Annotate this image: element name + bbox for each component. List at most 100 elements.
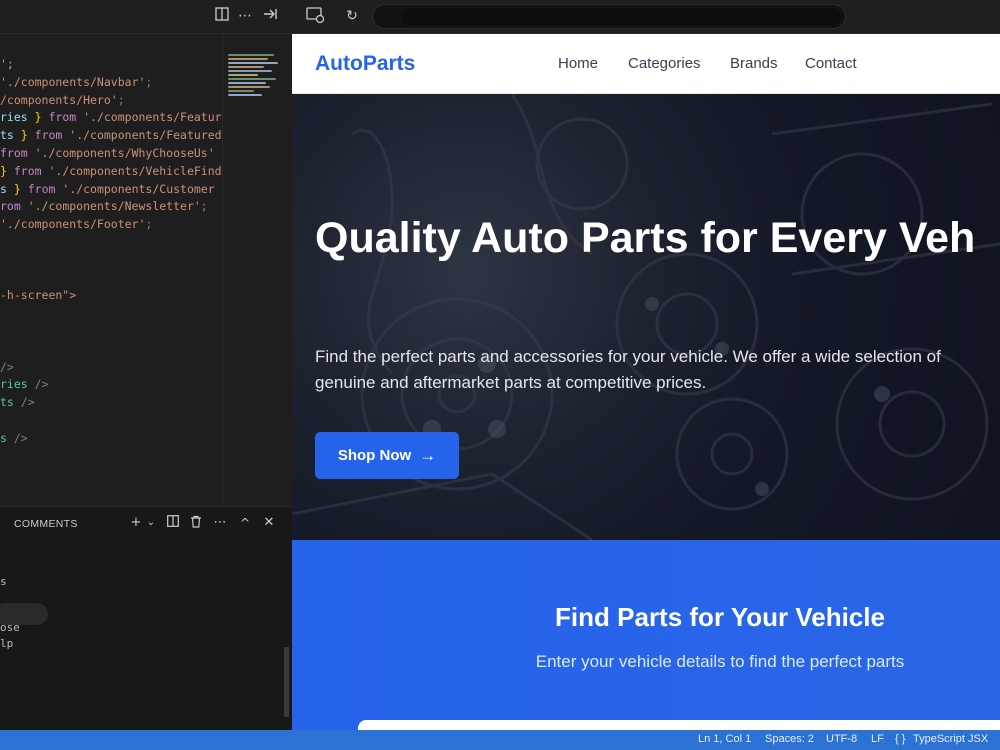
more-icon[interactable]: ⋯ — [212, 515, 228, 531]
code-token: './components/Featured — [62, 128, 222, 143]
code-line[interactable]: } from './components/VehicleFind — [0, 163, 222, 181]
code-token: /> — [27, 377, 49, 392]
code-token: } — [0, 163, 14, 178]
code-token: /> — [0, 359, 14, 374]
code-line[interactable]: from './components/WhyChooseUs' — [0, 145, 222, 163]
code-line[interactable]: './components/Footer'; — [0, 216, 222, 234]
minimap[interactable] — [228, 54, 280, 104]
code-token: /> — [6, 430, 28, 445]
minimap-line — [228, 90, 254, 92]
code-token: './components/Customer — [55, 181, 215, 196]
cursor-position[interactable]: Ln 1, Col 1 — [698, 733, 751, 745]
code-token: './components/Footer' — [0, 217, 146, 232]
code-line[interactable]: './components/Navbar'; — [0, 74, 222, 92]
code-line[interactable]: ries /> — [0, 376, 222, 394]
panel-line: s — [0, 575, 7, 588]
panel-title[interactable]: COMMENTS — [14, 518, 78, 530]
open-changes-icon[interactable] — [260, 7, 280, 25]
shop-now-label: Shop Now — [337, 447, 412, 464]
code-line[interactable] — [0, 305, 222, 323]
split-panel-icon[interactable] — [165, 515, 181, 531]
status-bar: Ln 1, Col 1 Spaces: 2 UTF-8 LF { } TypeS… — [0, 730, 1000, 750]
minimap-line — [228, 58, 268, 60]
language-mode[interactable]: TypeScript JSX — [913, 733, 988, 745]
code-token: /components/Hero' — [0, 92, 118, 107]
maximize-panel-icon[interactable]: ^ — [237, 515, 253, 531]
code-line[interactable]: s /> — [0, 430, 222, 448]
code-token: from — [27, 181, 56, 196]
code-line[interactable]: -h-screen"> — [0, 287, 222, 305]
panel-scrollbar[interactable] — [284, 647, 289, 717]
code-line[interactable] — [0, 341, 222, 359]
code-token: ; — [145, 74, 153, 89]
code-line[interactable] — [0, 412, 222, 430]
code-line[interactable]: ts /> — [0, 394, 222, 412]
code-line[interactable] — [0, 323, 222, 341]
trash-icon[interactable] — [188, 515, 204, 531]
shop-now-button[interactable]: Shop Now → — [315, 432, 459, 479]
minimap-line — [228, 66, 264, 68]
indentation[interactable]: Spaces: 2 — [765, 733, 814, 745]
code-token: ries — [0, 110, 28, 125]
reload-icon[interactable]: ↻ — [342, 7, 362, 25]
code-token: -h-screen"> — [0, 288, 77, 303]
code-line[interactable] — [0, 270, 222, 288]
code-token: ries — [0, 377, 28, 392]
browser-preview-icon[interactable] — [305, 7, 325, 25]
encoding[interactable]: UTF-8 — [826, 733, 857, 745]
code-token: ; — [200, 199, 208, 214]
site-navbar: AutoParts Home Categories Brands Contact — [292, 34, 1000, 94]
minimap-line — [228, 78, 276, 80]
more-actions-icon[interactable]: ⋯ — [235, 7, 255, 25]
code-token: ; — [117, 92, 125, 107]
code-line[interactable]: ries } from './components/Featur — [0, 109, 222, 127]
browser-preview: AutoParts Home Categories Brands Contact — [292, 34, 1000, 730]
code-token: from — [0, 145, 28, 160]
hero-title: Quality Auto Parts for Every Veh — [315, 214, 976, 262]
panel-line: lp — [0, 637, 14, 650]
nav-link-categories[interactable]: Categories — [628, 55, 701, 72]
finder-title: Find Parts for Your Vehicle — [555, 602, 885, 632]
end-of-line[interactable]: LF — [871, 733, 884, 745]
comments-panel: COMMENTS + ⌄ ⋯ ^ ✕ s ose lp — [0, 506, 292, 730]
language-braces-icon: { } — [895, 733, 906, 745]
code-token: ; — [145, 217, 153, 232]
hero-subtitle: Find the perfect parts and accessories f… — [315, 344, 1000, 396]
site-logo[interactable]: AutoParts — [315, 52, 415, 76]
code-token: './components/Newsletter' — [20, 199, 201, 214]
code-line[interactable]: /components/Hero'; — [0, 92, 222, 110]
vscode-window: ⋯ ↻ '; './components/Navbar';/components/… — [0, 0, 1000, 750]
minimap-line — [228, 86, 270, 88]
editor-toolbar: ⋯ ↻ — [0, 0, 1000, 34]
minimap-line — [228, 74, 258, 76]
nav-link-brands[interactable]: Brands — [730, 55, 778, 72]
code-line[interactable]: ts } from './components/Featured — [0, 127, 222, 145]
minimap-line — [228, 82, 266, 84]
nav-link-contact[interactable]: Contact — [805, 55, 857, 72]
close-panel-icon[interactable]: ✕ — [261, 515, 277, 531]
code-line[interactable]: rom './components/Newsletter'; — [0, 198, 222, 216]
code-line[interactable]: s } from './components/Customer — [0, 181, 222, 199]
code-lines[interactable]: '; './components/Navbar';/components/Hero… — [0, 56, 222, 448]
code-line[interactable]: /> — [0, 359, 222, 377]
code-token: ts — [0, 128, 14, 143]
address-bar-redacted — [401, 8, 841, 25]
address-bar[interactable] — [372, 4, 846, 29]
code-line[interactable] — [0, 234, 222, 252]
code-token: } — [6, 181, 28, 196]
code-token: '; — [0, 57, 14, 71]
hero-subtitle-line: Find the perfect parts and accessories f… — [315, 347, 941, 366]
code-editor[interactable]: '; './components/Navbar';/components/Hero… — [0, 34, 292, 506]
code-line[interactable] — [0, 252, 222, 270]
code-token: } — [13, 128, 35, 143]
code-line[interactable]: '; — [0, 56, 222, 74]
chevron-down-icon[interactable]: ⌄ — [143, 515, 159, 531]
hero-section: Quality Auto Parts for Every Veh Find th… — [292, 94, 1000, 540]
split-editor-icon[interactable] — [212, 7, 232, 25]
add-icon[interactable]: + — [128, 515, 144, 531]
nav-link-home[interactable]: Home — [558, 55, 598, 72]
panel-line: ose — [0, 621, 20, 634]
code-token: from — [13, 163, 42, 178]
code-token: ts — [0, 395, 14, 410]
minimap-line — [228, 54, 274, 56]
